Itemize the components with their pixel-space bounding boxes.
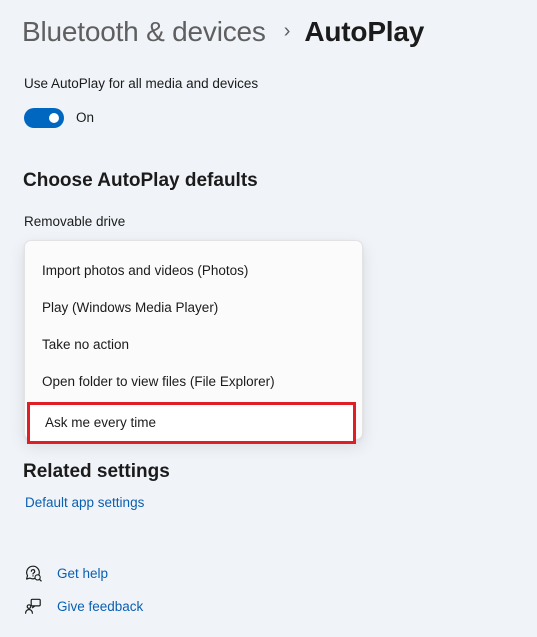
give-feedback-row[interactable]: Give feedback (24, 596, 143, 616)
give-feedback-link[interactable]: Give feedback (57, 599, 143, 614)
toggle-knob (49, 113, 59, 123)
breadcrumb-parent-bluetooth-devices[interactable]: Bluetooth & devices (22, 16, 266, 48)
default-app-settings-link[interactable]: Default app settings (25, 495, 144, 510)
menu-item-play-media-player[interactable]: Play (Windows Media Player) (25, 289, 362, 326)
help-chat-icon (24, 564, 42, 582)
autoplay-toggle-switch[interactable] (24, 108, 64, 128)
chevron-right-icon: › (283, 19, 291, 42)
menu-item-open-folder[interactable]: Open folder to view files (File Explorer… (25, 363, 362, 400)
menu-item-import-photos[interactable]: Import photos and videos (Photos) (25, 252, 362, 289)
page-title: AutoPlay (304, 16, 425, 47)
autoplay-setting-label: Use AutoPlay for all media and devices (24, 76, 259, 91)
removable-drive-label: Removable drive (24, 214, 126, 229)
menu-item-take-no-action[interactable]: Take no action (25, 326, 362, 363)
menu-item-ask-every-time[interactable]: Ask me every time (27, 402, 356, 444)
autoplay-defaults-heading: Choose AutoPlay defaults (23, 170, 258, 191)
get-help-row[interactable]: Get help (24, 563, 108, 583)
toggle-state-label: On (76, 110, 95, 125)
breadcrumb: Bluetooth & devices › AutoPlay (22, 12, 424, 52)
removable-drive-dropdown-menu: Import photos and videos (Photos) Play (… (24, 240, 363, 444)
feedback-icon (24, 597, 42, 615)
related-settings-heading: Related settings (23, 461, 170, 482)
get-help-link[interactable]: Get help (57, 566, 108, 581)
